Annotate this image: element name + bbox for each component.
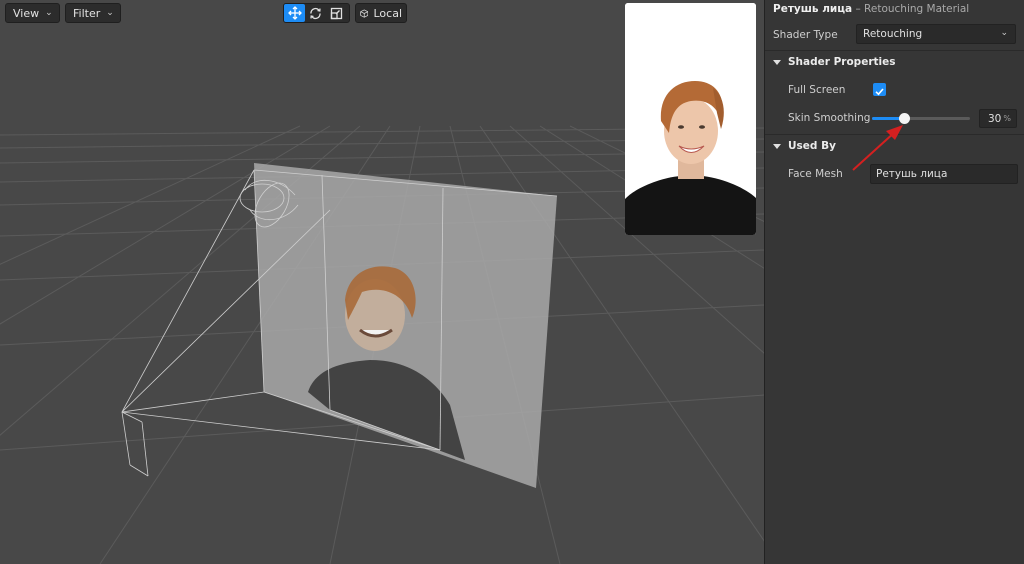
filter-dropdown-label: Filter bbox=[73, 6, 101, 20]
slider-handle[interactable] bbox=[899, 113, 911, 124]
skin-smoothing-label: Skin Smoothing bbox=[788, 112, 871, 124]
used-by-header[interactable]: Used By bbox=[788, 140, 836, 152]
view-dropdown-label: View bbox=[13, 6, 40, 20]
inspector-title: Ретушь лица – Retouching Material bbox=[773, 3, 969, 15]
preview-portrait bbox=[625, 3, 756, 235]
shader-type-label: Shader Type bbox=[773, 29, 838, 41]
chevron-down-icon: ⌄ bbox=[106, 8, 114, 18]
camera-preview bbox=[625, 3, 756, 235]
chevron-down-icon: ⌄ bbox=[1000, 28, 1008, 38]
face-mesh-label: Face Mesh bbox=[788, 168, 843, 180]
collapse-triangle-icon[interactable] bbox=[773, 60, 781, 65]
divider bbox=[765, 50, 1024, 51]
shader-type-value: Retouching bbox=[863, 28, 923, 40]
rotate-tool-button[interactable] bbox=[305, 4, 326, 22]
move-icon bbox=[287, 6, 302, 20]
inspector-panel: Ретушь лица – Retouching Material Shader… bbox=[764, 0, 1024, 564]
view-dropdown[interactable]: View ⌄ bbox=[5, 3, 60, 23]
full-screen-label: Full Screen bbox=[788, 84, 846, 96]
face-mesh-value: Ретушь лица bbox=[876, 168, 948, 180]
material-name: Ретушь лица bbox=[773, 3, 853, 15]
filter-dropdown[interactable]: Filter ⌄ bbox=[65, 3, 121, 23]
percent-unit: % bbox=[1003, 114, 1011, 123]
shader-type-select[interactable]: Retouching ⌄ bbox=[856, 24, 1016, 44]
scale-tool-button[interactable] bbox=[326, 4, 347, 22]
checkmark-icon bbox=[875, 88, 884, 96]
skin-smoothing-input[interactable]: 30 % bbox=[979, 109, 1017, 128]
move-tool-button[interactable] bbox=[284, 4, 305, 22]
full-screen-checkbox[interactable] bbox=[873, 83, 886, 96]
shader-properties-header[interactable]: Shader Properties bbox=[788, 56, 896, 68]
skin-smoothing-value: 30 bbox=[988, 113, 1002, 125]
cube-icon bbox=[360, 9, 369, 18]
local-space-toggle[interactable]: Local bbox=[355, 3, 407, 23]
rotate-icon bbox=[310, 7, 321, 19]
material-type: – Retouching Material bbox=[855, 3, 970, 15]
face-mesh-field[interactable]: Ретушь лица bbox=[870, 164, 1018, 184]
scene-viewport[interactable]: View ⌄ Filter ⌄ Local bbox=[0, 0, 764, 564]
skin-smoothing-slider[interactable] bbox=[872, 113, 970, 124]
collapse-triangle-icon[interactable] bbox=[773, 144, 781, 149]
local-space-label: Local bbox=[373, 6, 402, 20]
chevron-down-icon: ⌄ bbox=[45, 8, 53, 18]
transform-tools bbox=[283, 3, 350, 23]
divider bbox=[765, 134, 1024, 135]
scale-icon bbox=[330, 7, 343, 19]
